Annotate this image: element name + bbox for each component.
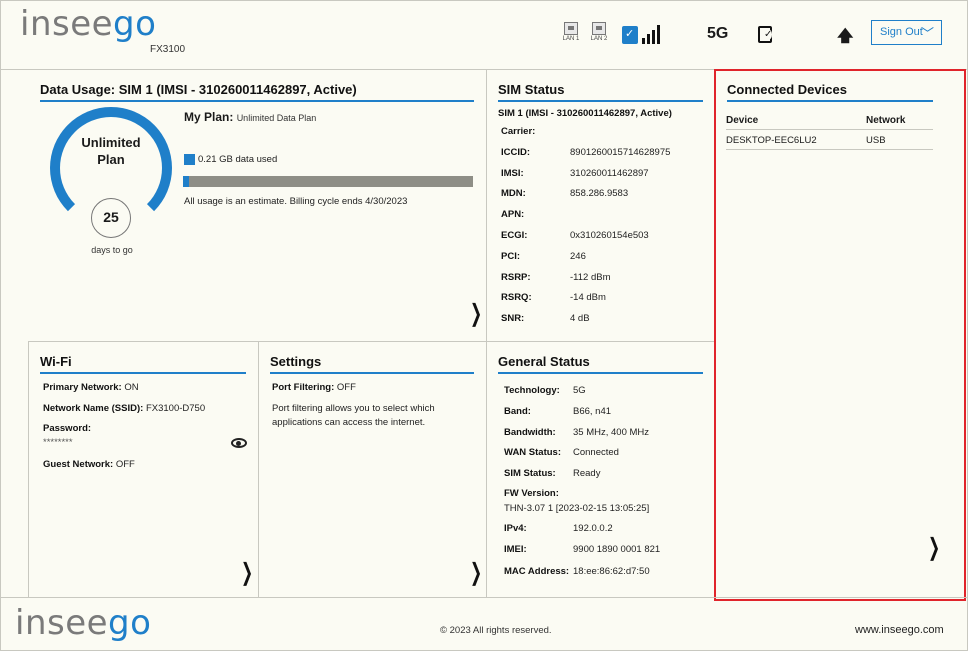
usage-legend-swatch <box>184 154 195 165</box>
status-label: APN: <box>501 209 525 221</box>
fw-version-label: FW Version: <box>504 488 559 499</box>
primary-network: Primary Network: ON <box>43 382 139 393</box>
status-label: Band: <box>504 405 531 417</box>
sim-subtitle: SIM 1 (IMSI - 310260011462897, Active) <box>498 108 672 119</box>
status-value: 0x310260154e503 <box>570 230 649 241</box>
model-name: FX3100 <box>150 44 186 55</box>
chevron-down-icon: ﹀ <box>920 26 934 41</box>
status-label: RSRP: <box>501 271 531 283</box>
data-usage-panel: Data Usage: SIM 1 (IMSI - 31026001146289… <box>40 82 474 102</box>
status-label: ICCID: <box>501 146 531 158</box>
status-label: IMEI: <box>504 544 527 556</box>
status-value: 35 MHz, 400 MHz <box>573 426 650 438</box>
divider <box>28 341 29 597</box>
status-value: 192.0.0.2 <box>573 523 613 534</box>
status-label: SIM Status: <box>504 468 556 480</box>
connected-devices-next-arrow[interactable]: ❯ <box>928 533 940 561</box>
status-value: -14 dBm <box>570 292 606 304</box>
data-usage-title: Data Usage: SIM 1 (IMSI - 31026001146289… <box>40 82 474 102</box>
settings-next-arrow[interactable]: ❯ <box>470 558 482 586</box>
usage-progress-fill <box>183 176 189 187</box>
lan2-status: LAN 2 <box>590 22 608 42</box>
status-label: IMSI: <box>501 167 524 179</box>
sim-card-icon <box>758 26 773 43</box>
guest-network: Guest Network: OFF <box>43 459 135 470</box>
wifi-next-arrow[interactable]: ❯ <box>241 558 253 586</box>
network-ssid: Network Name (SSID): FX3100-D750 <box>43 403 206 414</box>
usage-progress-bar <box>183 176 473 187</box>
status-label: PCI: <box>501 250 520 262</box>
general-status-title: General Status <box>498 354 703 374</box>
network-type: 5G <box>707 25 729 42</box>
port-filtering: Port Filtering: OFF <box>272 382 356 393</box>
wifi-title: Wi-Fi <box>40 354 246 374</box>
settings-title: Settings <box>270 354 474 374</box>
status-value: 18:ee:86:62:d7:50 <box>573 565 650 577</box>
status-value: 858.286.9583 <box>570 188 629 200</box>
footer-divider <box>0 597 968 598</box>
divider <box>486 70 487 597</box>
status-label: ECGI: <box>501 230 528 241</box>
status-label: IPv4: <box>504 523 527 534</box>
header: inseego FX3100 LAN 1 LAN 2 5G 🡅 Sign Out… <box>0 0 968 70</box>
status-label: MDN: <box>501 188 526 200</box>
ring-label: Unlimited Plan <box>81 135 141 167</box>
password-label: Password: <box>43 423 92 434</box>
status-label: Technology: <box>504 385 560 396</box>
status-value: 310260011462897 <box>570 167 649 179</box>
status-label: WAN Status: <box>504 447 561 459</box>
status-value: 4 dB <box>570 313 590 325</box>
port-filtering-desc-2: applications can access the internet. <box>272 417 426 428</box>
days-remaining: 25 <box>91 198 131 238</box>
wifi-panel: Wi-Fi <box>40 354 246 374</box>
connected-devices-title: Connected Devices <box>727 82 933 102</box>
status-value: 8901260015714628975 <box>570 146 671 158</box>
ethernet-port-icon <box>564 22 578 35</box>
status-value: B66, n41 <box>573 405 612 417</box>
devices-table: Device Network DESKTOP-EEC6LU2 USB <box>726 110 933 150</box>
data-used-text: 0.21 GB data used <box>198 154 278 165</box>
inseego-logo[interactable]: inseego <box>20 4 156 44</box>
settings-panel: Settings <box>270 354 474 374</box>
table-row[interactable]: DESKTOP-EEC6LU2 USB <box>726 130 933 150</box>
ethernet-port-icon <box>592 22 606 35</box>
status-label: Carrier: <box>501 126 536 137</box>
password-value: ******** <box>43 437 73 448</box>
days-label: days to go <box>91 245 133 255</box>
status-value: 5G <box>573 385 586 396</box>
status-label: Bandwidth: <box>504 426 556 438</box>
sign-out-button[interactable]: Sign Out ﹀ <box>871 20 942 45</box>
signal-bars-icon <box>642 24 664 44</box>
fw-version-value: THN-3.07 1 [2023-02-15 13:05:25] <box>504 503 650 514</box>
connected-devices-panel: Connected Devices <box>727 82 933 102</box>
status-label: RSRQ: <box>501 292 532 304</box>
lan1-status: LAN 1 <box>562 22 580 42</box>
general-status-panel: General Status <box>498 354 703 374</box>
website-link[interactable]: www.inseego.com <box>855 624 944 636</box>
my-plan: My Plan: Unlimited Data Plan <box>184 110 317 124</box>
sim-check-icon <box>622 26 638 44</box>
status-value: 9900 1890 0001 821 <box>573 544 661 556</box>
sim-status-panel: SIM Status <box>498 82 703 102</box>
status-value: Ready <box>573 468 601 480</box>
eye-icon[interactable] <box>231 438 247 448</box>
status-value: Connected <box>573 447 619 459</box>
footer-inseego-logo: inseego <box>15 603 152 643</box>
status-value: 246 <box>570 250 586 262</box>
status-label: SNR: <box>501 313 525 325</box>
update-arrow-icon[interactable]: 🡅 <box>837 25 853 52</box>
divider <box>258 341 259 597</box>
sim-status-title: SIM Status <box>498 82 703 102</box>
table-header: Device Network <box>726 110 933 130</box>
sim-status-next-arrow[interactable]: ❯ <box>470 299 482 327</box>
status-value: -112 dBm <box>570 271 611 283</box>
billing-estimate: All usage is an estimate. Billing cycle … <box>184 196 408 207</box>
copyright: © 2023 All rights reserved. <box>440 625 552 636</box>
port-filtering-desc-1: Port filtering allows you to select whic… <box>272 403 435 414</box>
status-label: MAC Address: <box>504 565 570 577</box>
divider <box>28 341 714 342</box>
